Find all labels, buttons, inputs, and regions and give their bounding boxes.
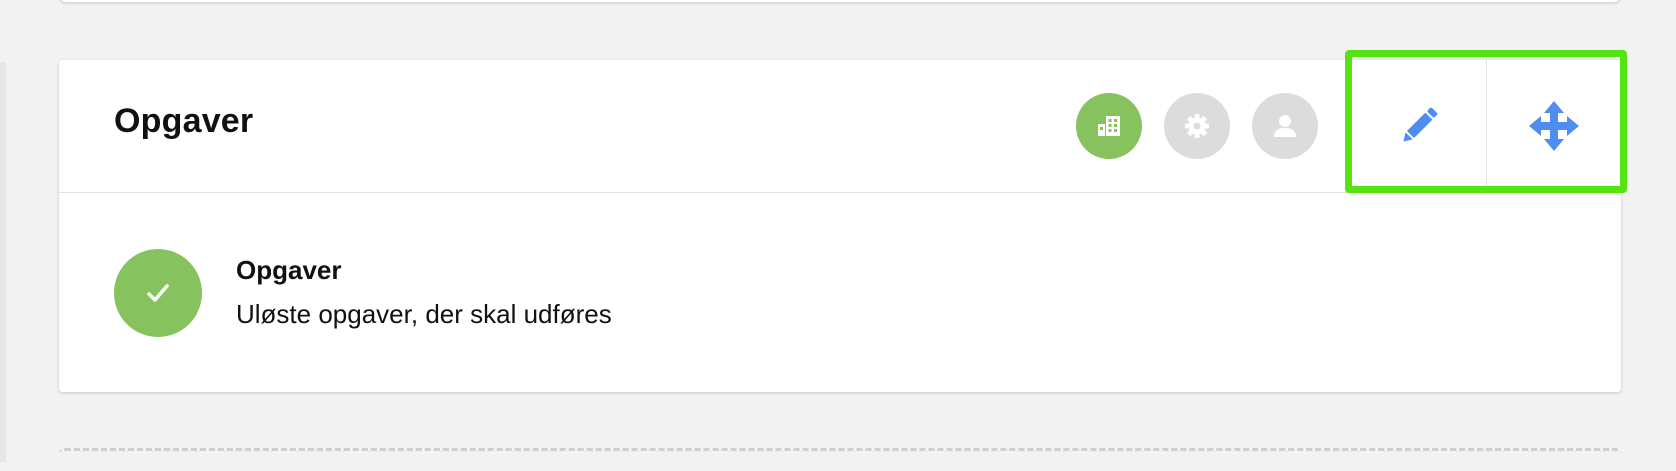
widget-title: Opgaver bbox=[114, 102, 254, 140]
widget-actions bbox=[1351, 60, 1621, 192]
pencil-icon bbox=[1403, 107, 1438, 142]
previous-widget-card bbox=[60, 0, 1620, 2]
left-edge bbox=[0, 62, 6, 462]
task-title[interactable]: Opgaver bbox=[236, 255, 342, 286]
task-status-badge bbox=[114, 249, 202, 337]
gear-icon bbox=[1185, 114, 1209, 138]
widget-header: Opgaver bbox=[59, 60, 1621, 193]
company-scope-button[interactable] bbox=[1076, 93, 1142, 159]
settings-scope-button[interactable] bbox=[1164, 93, 1230, 159]
tasks-widget-card: Opgaver Opgaver Uløste opgaver, der skal… bbox=[59, 60, 1621, 392]
widget-body: Opgaver Uløste opgaver, der skal udføres bbox=[59, 193, 1621, 392]
move-widget-button[interactable] bbox=[1486, 60, 1621, 192]
check-icon bbox=[147, 284, 169, 302]
user-scope-button[interactable] bbox=[1252, 93, 1318, 159]
company-icon bbox=[1098, 116, 1120, 136]
user-icon bbox=[1274, 115, 1296, 137]
task-description: Uløste opgaver, der skal udføres bbox=[236, 299, 612, 329]
edit-widget-button[interactable] bbox=[1351, 60, 1486, 192]
next-widget-placeholder bbox=[59, 448, 1621, 471]
move-icon bbox=[1529, 101, 1579, 151]
